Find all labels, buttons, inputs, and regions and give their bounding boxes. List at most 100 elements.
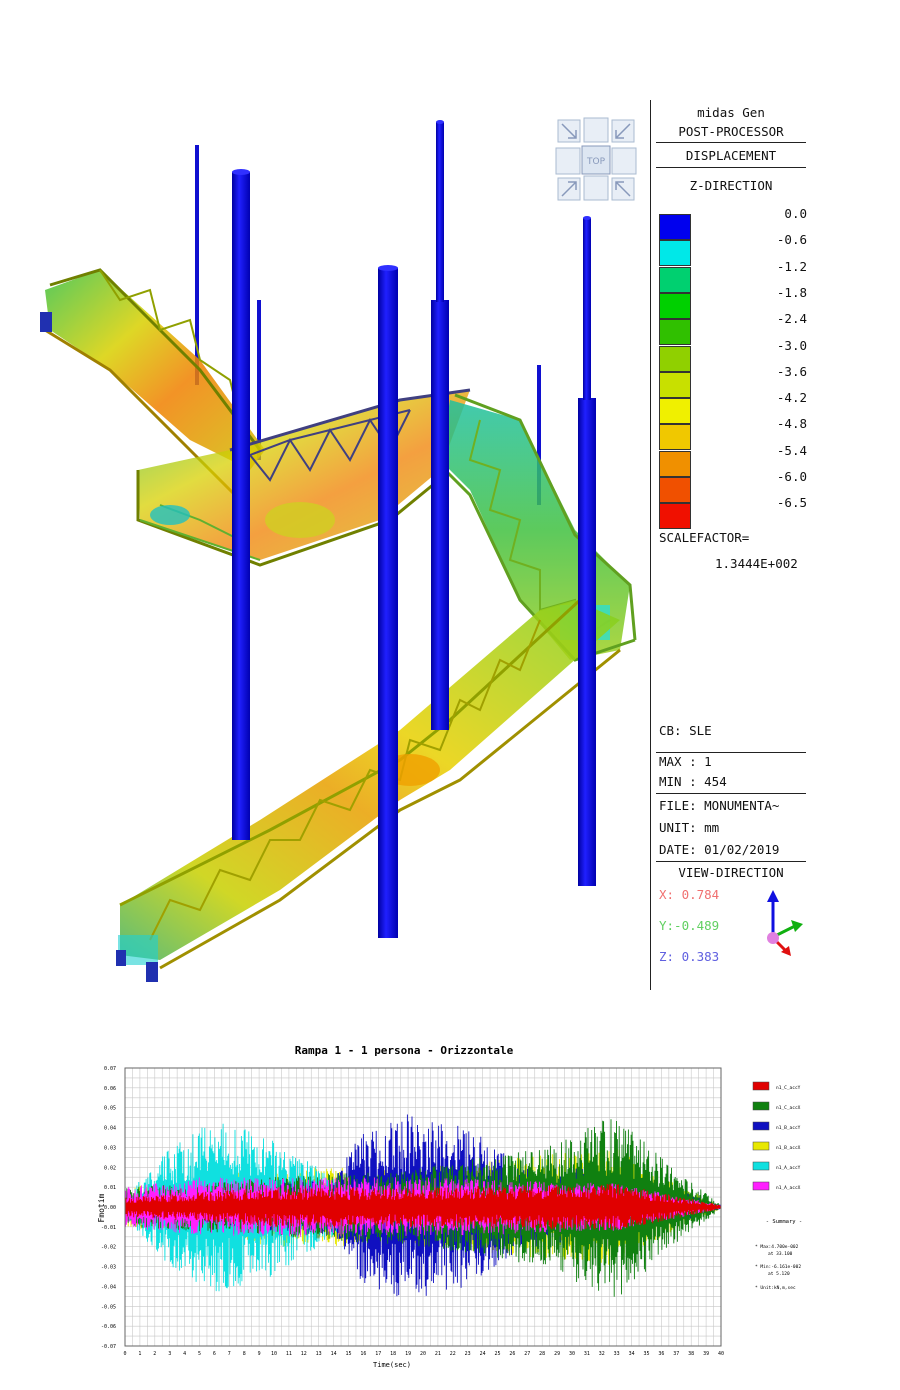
summary-line: * Min:-6.161e-002 [755,1264,801,1270]
x-tick-label: 29 [554,1351,560,1357]
y-tick-label: 0.01 [104,1185,116,1191]
x-tick-label: 6 [213,1351,216,1357]
y-tick-label: -0.04 [101,1284,116,1290]
legend-entry: n1_C_accX [776,1105,801,1111]
x-tick-label: 17 [375,1351,381,1357]
x-tick-label: 25 [494,1351,500,1357]
x-tick-label: 7 [228,1351,231,1357]
summary-title: - Summary - [766,1219,802,1225]
legend-value: -3.0 [776,337,807,353]
result-panel: midas Gen POST-PROCESSOR DISPLACEMENT Z-… [650,100,823,990]
legend-entry: n1_A_accY [776,1165,801,1171]
legend-color-0 [659,214,691,240]
x-tick-label: 11 [286,1351,292,1357]
x-tick-label: 10 [271,1351,277,1357]
legend-entry: n1_A_accX [776,1185,801,1191]
summary-line: at 5.120 [768,1271,790,1277]
x-tick-label: 2 [153,1351,156,1357]
result-type: DISPLACEMENT [685,148,777,163]
chart-legend: n1_C_accY n1_C_accX n1_B_accY n1_B_accX n1_A… [752,1081,801,1191]
legend-color-2 [659,266,691,293]
legend-color-5 [659,345,691,372]
lower-ramp [116,598,621,982]
legend-color-9 [659,450,691,477]
legend-swatch [752,1181,770,1191]
x-tick-label: 31 [584,1351,590,1357]
y-tick-label: -0.03 [101,1265,116,1271]
x-tick-label: 19 [405,1351,411,1357]
axis-triad-icon [767,890,803,956]
y-tick-label: 0.07 [104,1066,116,1072]
x-tick-label: 26 [509,1351,515,1357]
x-tick-label: 1 [138,1351,141,1357]
x-tick-label: 21 [435,1351,441,1357]
max-label: MAX : 1 [659,754,712,769]
x-tick-label: 32 [599,1351,605,1357]
legend-value: -6.5 [776,495,807,511]
legend-color-4 [659,319,691,346]
x-tick-label: 30 [569,1351,575,1357]
x-tick-label: 24 [480,1351,486,1357]
view-y: Y:-0.489 [659,918,720,933]
view-cube-label: TOP [586,157,606,167]
unit-label: UNIT: mm [659,820,720,835]
legend-entry: n1_B_accY [776,1125,801,1131]
scalefactor-value: 1.3444E+002 [715,556,798,571]
legend-value: -1.2 [776,258,807,274]
chart-title: Rampa 1 - 1 persona - Orizzontale [295,1044,514,1057]
x-tick-label: 18 [390,1351,396,1357]
model-viewport[interactable]: TOP [0,0,650,1000]
legend-color-11 [659,503,691,530]
component-label: Z-DIRECTION [689,178,773,193]
x-tick-label: 15 [345,1351,351,1357]
y-tick-label: 0.05 [104,1106,116,1112]
x-tick-label: 5 [198,1351,201,1357]
x-tick-label: 38 [688,1351,694,1357]
legend-value: -4.8 [776,416,807,432]
legend-value: -1.8 [776,284,807,300]
y-tick-label: 0.04 [104,1126,116,1132]
y-axis-label: Fmotim [97,1193,106,1222]
legend-swatch [752,1141,770,1151]
y-tick-label: 0.03 [104,1145,116,1151]
y-tick-label: 0.02 [104,1165,116,1171]
x-tick-label: 39 [703,1351,709,1357]
legend-value: 0.0 [784,206,807,221]
x-tick-label: 20 [420,1351,426,1357]
y-tick-label: -0.07 [101,1344,116,1350]
app-name: midas Gen [697,105,765,120]
legend-value: -5.4 [776,442,807,458]
x-tick-label: 35 [643,1351,649,1357]
x-tick-label: 34 [629,1351,635,1357]
x-tick-label: 27 [524,1351,530,1357]
file-label: FILE: MONUMENTA~ [659,798,780,813]
chart-summary: - Summary - * Max:4.700e-002at 33.100 * Mi… [755,1219,802,1291]
x-tick-label: 8 [243,1351,246,1357]
x-tick-label: 12 [301,1351,307,1357]
view-z: Z: 0.383 [659,949,720,964]
x-tick-label: 14 [331,1351,337,1357]
x-tick-labels: 0 1 2 3 4 5 6 7 8 9 10 11 12 13 14 15 16 17 18 19 20 21 22 23 24… [123,1351,724,1357]
legend-swatch [752,1101,770,1111]
legend-swatch [752,1161,770,1171]
legend-color-6 [659,371,691,398]
y-tick-label: -0.02 [101,1245,116,1251]
x-tick-label: 33 [614,1351,620,1357]
x-tick-label: 28 [539,1351,545,1357]
mode-label: POST-PROCESSOR [678,124,784,139]
y-tick-label: -0.05 [101,1304,116,1310]
x-tick-label: 4 [183,1351,186,1357]
x-tick-label: 0 [123,1351,126,1357]
legend-value: -3.6 [776,363,807,379]
legend-entry: n1_B_accX [776,1145,801,1151]
legend-value: -0.6 [776,232,807,248]
legend-color-7 [659,398,691,425]
legend-color-1 [659,240,691,267]
x-tick-label: 3 [168,1351,171,1357]
min-label: MIN : 454 [659,774,727,789]
view-cube[interactable]: TOP [555,117,637,201]
x-tick-label: 40 [718,1351,724,1357]
x-tick-label: 36 [658,1351,664,1357]
legend-value: -2.4 [776,311,807,327]
x-tick-label: 9 [258,1351,261,1357]
